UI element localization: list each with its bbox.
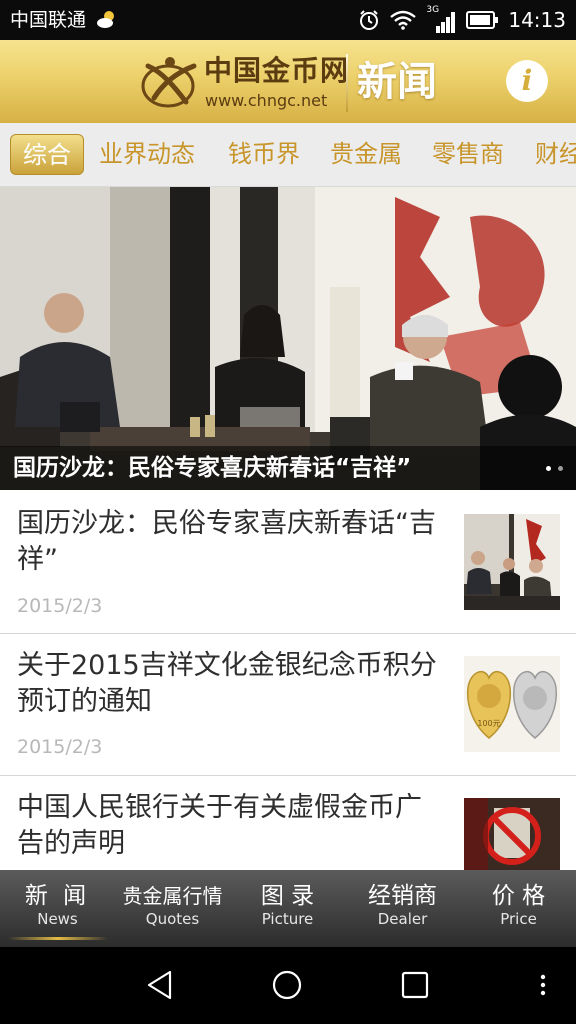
nav-active-indicator	[8, 937, 108, 940]
info-icon: i	[521, 64, 533, 97]
clock-time: 14:13	[508, 8, 566, 32]
nav-picture[interactable]: 图 录 Picture	[230, 870, 345, 947]
system-navigation-bar	[0, 947, 576, 1024]
news-title: 国历沙龙：民俗专家喜庆新春话“吉祥”	[17, 508, 436, 575]
news-list-item[interactable]: 关于2015吉祥文化金银纪念币积分预订的通知 2015/2/3 100元	[0, 634, 576, 776]
news-list-item[interactable]: 国历沙龙：民俗专家喜庆新春话“吉祥” 2015/2/3	[0, 490, 576, 634]
hero-banner[interactable]: 国历沙龙：民俗专家喜庆新春话“吉祥”	[0, 187, 576, 490]
header-divider	[346, 54, 348, 112]
more-options-icon[interactable]	[538, 973, 548, 997]
back-icon[interactable]	[144, 969, 176, 1001]
battery-icon	[466, 11, 499, 29]
nav-price-label: 价 格	[491, 883, 546, 909]
nav-news[interactable]: 新 闻 News	[0, 870, 115, 947]
nav-price-sublabel: Price	[500, 910, 537, 928]
carrier-name: 中国联通	[10, 9, 87, 31]
coin-value-label: 100元	[477, 719, 500, 728]
nav-dealer-label: 经销商	[368, 883, 437, 909]
logo-url: www.chngc.net	[205, 91, 328, 110]
category-tabs: 综合 业界动态 钱币界 贵金属 零售商 财经	[0, 123, 576, 187]
recent-apps-icon[interactable]	[400, 970, 430, 1000]
logo-text: 中国金币网	[204, 54, 350, 87]
signal-indicator: 3G	[426, 5, 456, 33]
hero-photo	[0, 187, 576, 490]
carousel-dot-active	[546, 466, 551, 471]
nav-quotes-label: 贵金属行情	[122, 884, 223, 908]
weather-icon	[97, 11, 114, 28]
tab-retailers[interactable]: 零售商	[432, 134, 504, 175]
nav-quotes[interactable]: 贵金属行情 Quotes	[115, 870, 230, 947]
tab-coin-world[interactable]: 钱币界	[228, 134, 300, 175]
carousel-dot	[558, 466, 563, 471]
nav-dealer-sublabel: Dealer	[377, 910, 428, 928]
nav-news-label: 新 闻	[24, 883, 91, 909]
news-list-item[interactable]: 中国人民银行关于有关虚假金币广告的声明	[0, 776, 576, 876]
fake-gold-warning-thumbnail	[464, 798, 560, 870]
nav-price[interactable]: 价 格 Price	[461, 870, 576, 947]
alarm-icon	[360, 10, 379, 30]
status-bar: 中国联通 3G 14:13	[0, 0, 576, 40]
nav-news-sublabel: News	[37, 910, 78, 928]
nav-picture-sublabel: Picture	[261, 910, 314, 928]
news-thumbnail	[464, 514, 560, 610]
news-app-screen: 中国联通 3G 14:13 中国金币网 www.chngc.net 新闻 i 综…	[0, 0, 576, 1024]
tab-precious-metals[interactable]: 贵金属	[330, 134, 402, 175]
news-title: 中国人民银行关于有关虚假金币广告的声明	[17, 792, 422, 859]
news-date: 2015/2/3	[17, 595, 103, 617]
signal-icon	[436, 12, 456, 33]
nav-quotes-sublabel: Quotes	[145, 910, 200, 928]
tab-general[interactable]: 综合	[10, 134, 84, 175]
bottom-navigation: 新 闻 News 贵金属行情 Quotes 图 录 Picture 经销商 De…	[0, 870, 576, 947]
page-title: 新闻	[357, 59, 437, 105]
news-title: 关于2015吉祥文化金银纪念币积分预订的通知	[17, 650, 437, 717]
home-icon[interactable]	[271, 969, 303, 1001]
app-header: 中国金币网 www.chngc.net 新闻 i	[0, 40, 576, 123]
tab-finance[interactable]: 财经	[535, 134, 576, 175]
info-button[interactable]: i	[506, 60, 548, 102]
nav-dealer[interactable]: 经销商 Dealer	[345, 870, 460, 947]
chngc-logo-icon	[141, 57, 197, 108]
coin-thumbnail: 100元	[464, 656, 560, 752]
nav-picture-label: 图 录	[260, 883, 315, 909]
hero-caption: 国历沙龙：民俗专家喜庆新春话“吉祥”	[13, 455, 412, 481]
news-date: 2015/2/3	[17, 736, 103, 758]
carousel-indicator	[546, 466, 566, 472]
wifi-icon	[390, 10, 417, 30]
tab-industry-news[interactable]: 业界动态	[99, 134, 195, 175]
